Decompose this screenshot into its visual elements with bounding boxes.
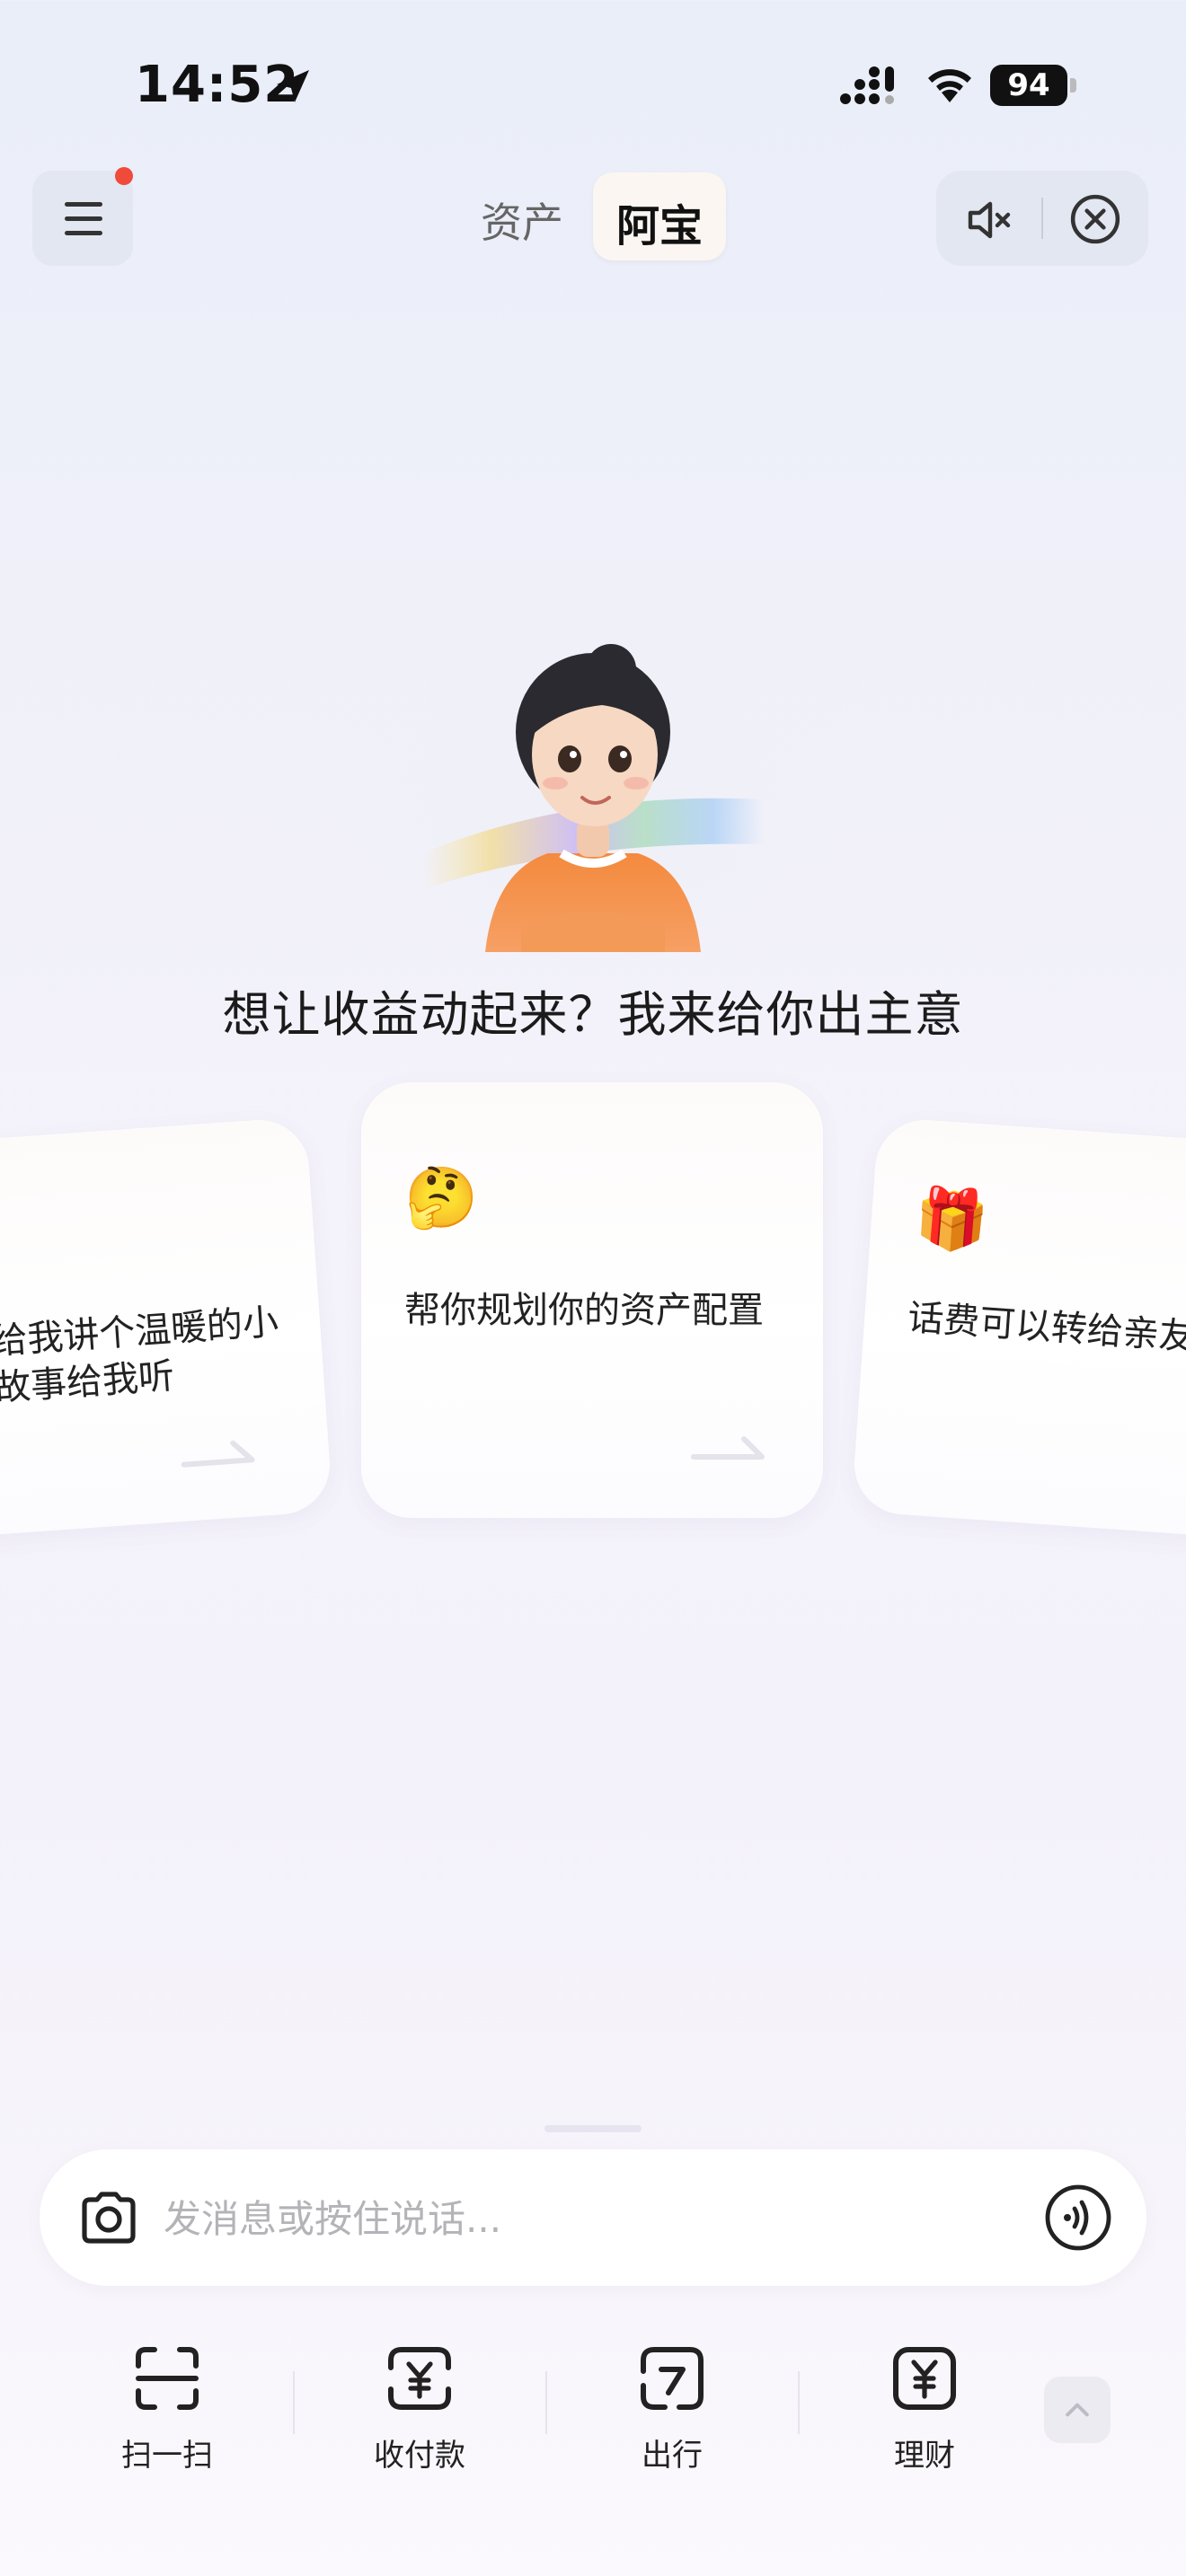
nav-payment[interactable]: 收付款 xyxy=(330,2342,509,2477)
location-arrow-icon xyxy=(277,70,309,102)
message-input[interactable] xyxy=(162,2185,974,2252)
header-actions xyxy=(936,171,1148,266)
expand-button[interactable] xyxy=(1044,2377,1111,2443)
gift-emoji-icon: 🎁 xyxy=(912,1182,991,1257)
assistant-avatar xyxy=(341,602,845,961)
scan-icon xyxy=(136,2347,199,2410)
travel-icon xyxy=(641,2347,704,2410)
notification-dot xyxy=(115,167,133,185)
menu-button[interactable] xyxy=(32,171,133,266)
nav-divider xyxy=(293,2371,295,2434)
cellular-signal-icon xyxy=(840,66,894,104)
close-icon[interactable] xyxy=(1069,193,1121,245)
arrow-icon xyxy=(691,1436,765,1460)
tab-abao[interactable]: 阿宝 xyxy=(593,172,726,260)
nav-scan-label: 扫一扫 xyxy=(121,2438,213,2474)
suggestion-card-phone-credit[interactable]: 🎁 话费可以转给亲友吗? xyxy=(851,1116,1186,1542)
nav-wealth-label: 理财 xyxy=(894,2438,955,2474)
nav-divider xyxy=(798,2371,800,2434)
payment-icon xyxy=(388,2347,451,2410)
arrow-icon xyxy=(181,1440,255,1468)
thinking-emoji-icon: 🤔 xyxy=(404,1163,479,1232)
nav-travel[interactable]: 出行 xyxy=(582,2342,762,2477)
assistant-headline: 想让收益动起来？我来给你出主意 xyxy=(222,986,964,1043)
nav-scan[interactable]: 扫一扫 xyxy=(77,2342,257,2477)
nav-divider xyxy=(545,2371,547,2434)
message-input-bar xyxy=(40,2149,1146,2286)
drag-handle[interactable] xyxy=(544,2125,642,2132)
suggestion-text: 给我讲个温暖的小故事给我听 xyxy=(0,1301,280,1410)
nav-payment-label: 收付款 xyxy=(374,2438,465,2474)
tab-abao-label: 阿宝 xyxy=(616,201,704,251)
nav-wealth[interactable]: 理财 xyxy=(835,2342,1014,2477)
tab-assets[interactable]: 资产 xyxy=(481,190,563,250)
suggestion-card-asset-allocation[interactable]: 🤔 帮你规划你的资产配置 xyxy=(361,1082,823,1518)
suggestion-card-story[interactable]: 给我讲个温暖的小故事给我听 xyxy=(0,1116,333,1542)
wealth-icon xyxy=(893,2347,956,2410)
suggestion-text: 话费可以转给亲友吗? xyxy=(906,1297,1186,1363)
mute-icon[interactable] xyxy=(963,195,1013,245)
battery-indicator: 94 xyxy=(990,65,1076,106)
chevron-up-icon xyxy=(1066,2403,1089,2417)
voice-input-icon[interactable] xyxy=(1044,2183,1112,2252)
camera-icon[interactable] xyxy=(77,2187,140,2250)
battery-level: 94 xyxy=(990,65,1067,106)
suggestion-text: 帮你规划你的资产配置 xyxy=(404,1290,764,1331)
wifi-icon xyxy=(928,69,971,102)
nav-travel-label: 出行 xyxy=(642,2438,703,2474)
